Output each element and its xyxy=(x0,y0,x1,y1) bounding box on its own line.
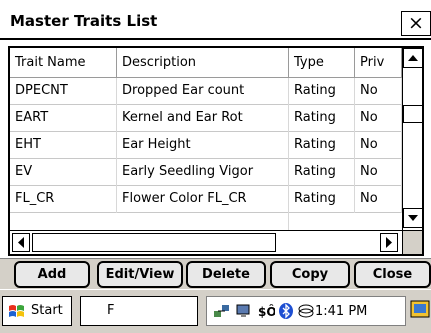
cell-description: Flower Color FL_CR xyxy=(117,186,289,213)
cell-type: Rating xyxy=(289,186,355,213)
scroll-left-icon[interactable] xyxy=(12,233,30,252)
table-row[interactable]: EHT Ear Height Rating No xyxy=(10,132,402,159)
start-button[interactable]: Start xyxy=(2,296,72,326)
traits-grid: Trait Name Description Type Priv DPECNT … xyxy=(8,46,424,256)
cell-type: Rating xyxy=(289,132,355,159)
add-button[interactable]: Add xyxy=(14,261,90,288)
cell-priv: No xyxy=(355,159,402,186)
vertical-scroll-thumb[interactable] xyxy=(403,105,422,123)
column-header-trait-name[interactable]: Trait Name xyxy=(10,48,117,78)
network-icon[interactable] xyxy=(213,302,231,320)
cell-trait-name: EV xyxy=(10,159,117,186)
table-row[interactable]: DPECNT Dropped Ear count Rating No xyxy=(10,78,402,105)
connection-icon[interactable] xyxy=(235,302,253,320)
column-header-description[interactable]: Description xyxy=(117,48,289,78)
cell-type: Rating xyxy=(289,105,355,132)
start-label: Start xyxy=(31,303,63,318)
cell-trait-name: FL_CR xyxy=(10,186,117,213)
windows-logo-icon xyxy=(9,305,24,317)
cell-trait-name: EHT xyxy=(10,132,117,159)
cell-type: Rating xyxy=(289,78,355,105)
scroll-down-icon[interactable] xyxy=(403,208,422,228)
table-row[interactable]: FL_CR Flower Color FL_CR Rating No xyxy=(10,186,402,213)
horizontal-scroll-thumb[interactable] xyxy=(32,233,276,252)
edit-view-button[interactable]: Edit/View xyxy=(97,261,183,288)
cell-priv: No xyxy=(355,78,402,105)
taskbar-item[interactable]: F xyxy=(80,296,198,326)
system-tray: $Ô 1:41 PM xyxy=(206,296,406,326)
button-bar: Add Edit/View Delete Copy Close xyxy=(0,258,431,289)
cell-priv: No xyxy=(355,105,402,132)
scroll-up-icon[interactable] xyxy=(403,48,422,68)
cell-trait-name: EART xyxy=(10,105,117,132)
title-divider xyxy=(0,38,431,40)
cell-description: Ear Height xyxy=(117,132,289,159)
column-header-priv[interactable]: Priv xyxy=(355,48,402,78)
close-button[interactable]: Close xyxy=(354,261,431,288)
taskbar: Start F $Ô 1:41 PM xyxy=(0,289,431,333)
copy-button[interactable]: Copy xyxy=(270,261,350,288)
close-icon[interactable]: × xyxy=(401,11,431,36)
clock[interactable]: 1:41 PM xyxy=(315,304,367,319)
cell-description: Kernel and Ear Rot xyxy=(117,105,289,132)
title-bar: Master Traits List × xyxy=(0,0,431,40)
cell-priv: No xyxy=(355,132,402,159)
svg-text:$Ô: $Ô xyxy=(258,304,275,319)
table-row[interactable]: EV Early Seedling Vigor Rating No xyxy=(10,159,402,186)
cell-description: Early Seedling Vigor xyxy=(117,159,289,186)
sync-icon[interactable]: $Ô xyxy=(257,302,275,320)
table-row[interactable]: EART Kernel and Ear Rot Rating No xyxy=(10,105,402,132)
scrollbar-corner xyxy=(402,230,422,254)
vertical-scrollbar[interactable] xyxy=(402,48,422,230)
window-title: Master Traits List xyxy=(10,12,158,30)
wireless-icon[interactable] xyxy=(297,302,315,320)
horizontal-scrollbar[interactable] xyxy=(10,230,402,254)
cell-trait-name: DPECNT xyxy=(10,78,117,105)
bluetooth-icon[interactable] xyxy=(277,302,295,320)
column-header-type[interactable]: Type xyxy=(289,48,355,78)
delete-button[interactable]: Delete xyxy=(186,261,266,288)
cell-description: Dropped Ear count xyxy=(117,78,289,105)
desktop-icon[interactable] xyxy=(410,299,430,321)
grid-header: Trait Name Description Type Priv xyxy=(10,48,402,78)
scroll-right-icon[interactable] xyxy=(380,233,398,252)
taskbar-item-label: F xyxy=(107,303,115,318)
cell-type: Rating xyxy=(289,159,355,186)
cell-priv: No xyxy=(355,186,402,213)
